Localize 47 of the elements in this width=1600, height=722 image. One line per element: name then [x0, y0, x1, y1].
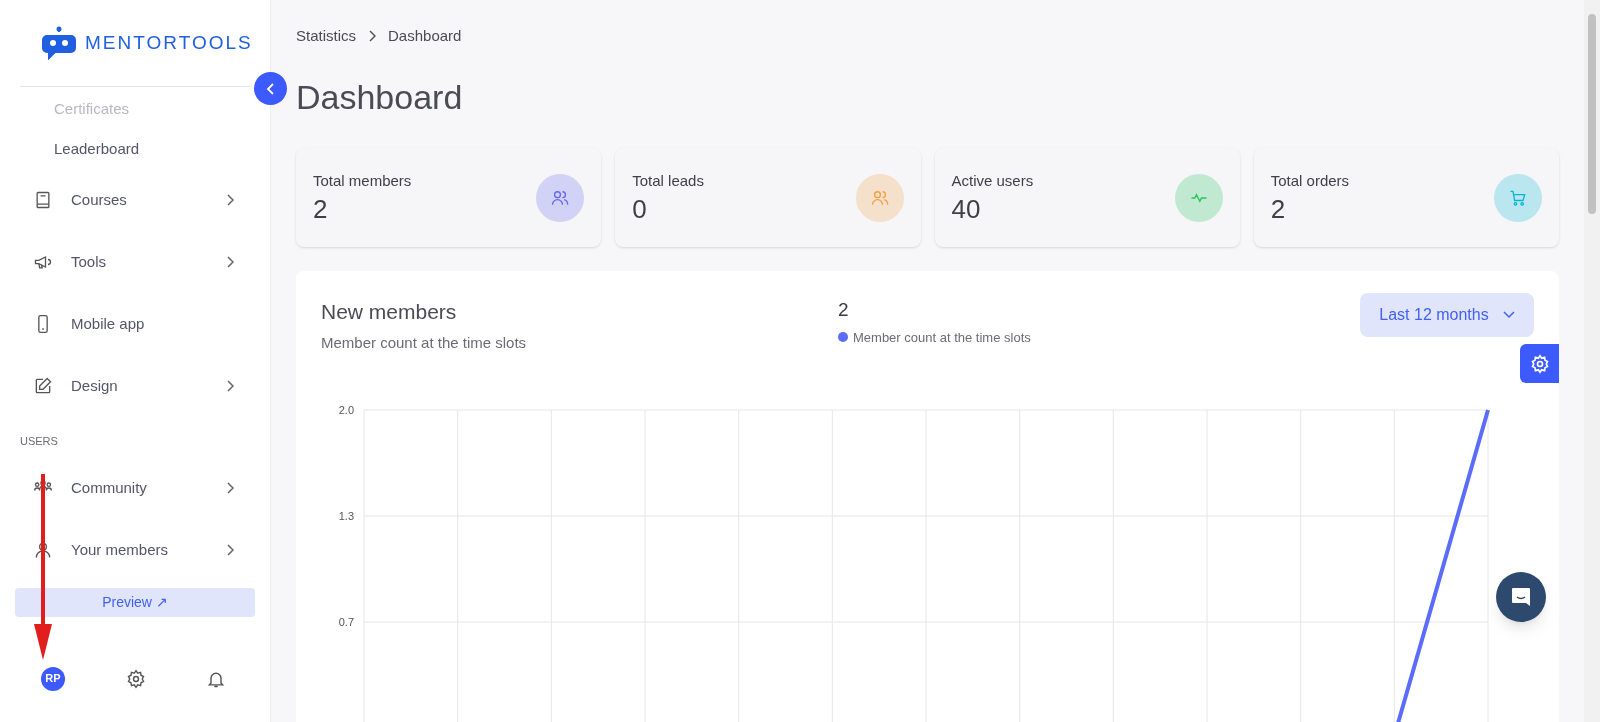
range-dropdown[interactable]: Last 12 months — [1360, 293, 1534, 337]
card-title: New members — [321, 299, 458, 325]
sidebar-item[interactable]: Your members — [0, 519, 270, 581]
sidebar-item[interactable]: Tools — [0, 231, 270, 293]
user-avatar[interactable]: RP — [41, 666, 65, 691]
stat-label: Total members — [313, 171, 412, 192]
y-axis-label: 2.0 — [338, 404, 354, 416]
chevron-right-icon — [226, 380, 234, 392]
chevron-right-icon — [226, 194, 234, 206]
preview-button[interactable]: Preview ↗ — [15, 588, 255, 617]
robot-logo-icon — [41, 26, 77, 60]
section-label: USERS — [19, 433, 59, 449]
chevron-down-icon — [1502, 311, 1515, 319]
breadcrumb-link[interactable]: Dashboard — [388, 24, 462, 48]
sidebar-item[interactable]: Design — [0, 355, 270, 417]
stat-label: Active users — [951, 171, 1034, 192]
sidebar-item[interactable]: Community — [0, 457, 270, 519]
chevron-right-icon — [226, 482, 234, 494]
chevron-left-icon — [264, 82, 277, 95]
stat-label: Total leads — [632, 171, 704, 192]
stat-value: 2 — [1270, 192, 1287, 225]
user-icon — [33, 540, 53, 560]
breadcrumb-link[interactable]: Statistics — [296, 24, 356, 48]
settings-icon — [1529, 353, 1550, 374]
settings-icon[interactable] — [125, 668, 146, 689]
scrollbar[interactable] — [1584, 0, 1600, 722]
stat-label: Total orders — [1270, 171, 1350, 192]
settings-button[interactable] — [1520, 344, 1559, 383]
page-title: Dashboard — [296, 77, 464, 118]
chevron-right-icon — [368, 30, 376, 42]
stat-value: 0 — [632, 192, 648, 225]
card-subtitle: Member count at the time slots — [321, 332, 528, 353]
sidebar-subitem[interactable]: Leaderboard — [54, 137, 140, 161]
sidebar-item[interactable]: Mobile app — [0, 293, 270, 355]
chevron-right-icon — [226, 544, 234, 556]
total-count: 2 — [838, 298, 850, 322]
chat-icon — [1510, 586, 1532, 608]
stat-value: 2 — [313, 192, 329, 225]
legend-label: Member count at the time slots — [853, 328, 1031, 347]
y-axis-label: 0.7 — [338, 616, 354, 628]
collapse-button[interactable] — [254, 72, 287, 105]
stat-value: 40 — [951, 192, 982, 225]
brand-name: MENTORTOOLS — [85, 30, 253, 55]
pencil-icon — [33, 376, 53, 396]
y-axis-label: 1.3 — [338, 510, 354, 522]
sidebar-item[interactable]: Courses — [0, 169, 270, 231]
chevron-right-icon — [226, 256, 234, 268]
